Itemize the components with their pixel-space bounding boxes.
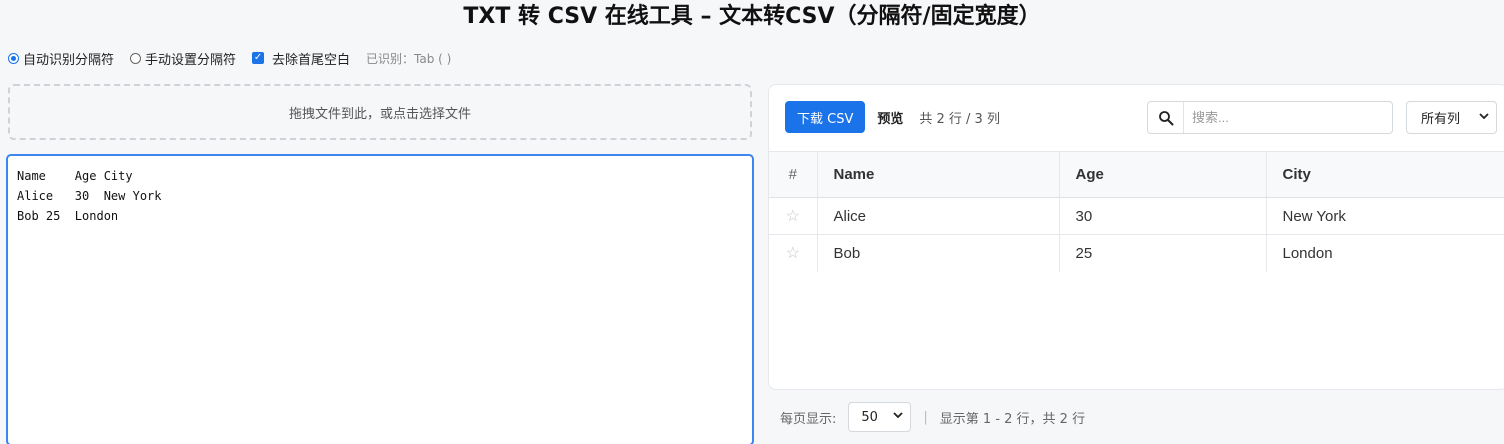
pagination-bar: 每页显示: 50 | 显示第 1 - 2 行，共 2 行: [780, 402, 1085, 432]
cell-age: 25: [1058, 234, 1266, 272]
cell-city: London: [1265, 234, 1504, 272]
header-city[interactable]: City: [1265, 151, 1504, 198]
cell-city: New York: [1265, 197, 1504, 235]
auto-detect-option[interactable]: 自动识别分隔符: [8, 49, 114, 68]
per-page-select[interactable]: 50: [848, 402, 912, 432]
download-csv-button[interactable]: 下载 CSV: [785, 101, 866, 133]
row-col-count: 共 2 行 / 3 列: [919, 111, 1000, 127]
file-dropzone[interactable]: 拖拽文件到此，或点击选择文件: [8, 84, 752, 140]
per-page-value: 50: [861, 409, 878, 425]
star-icon[interactable]: ☆: [769, 197, 817, 235]
pagination-summary: 显示第 1 - 2 行，共 2 行: [939, 411, 1086, 427]
text-input-area[interactable]: Name Age City Alice 30 New York Bob 25 L…: [6, 154, 754, 444]
options-bar: 自动识别分隔符 手动设置分隔符 ✓ 去除首尾空白 已识别：Tab ( ): [8, 49, 452, 68]
editor-line: Name Age City: [17, 169, 133, 183]
per-page-label: 每页显示:: [780, 411, 837, 427]
preview-panel: 下载 CSV 预览 共 2 行 / 3 列 所有列 # Name Age Cit…: [768, 84, 1504, 390]
editor-line: Alice 30 New York: [17, 189, 162, 203]
header-index: #: [769, 151, 817, 198]
chevron-down-icon: [1478, 110, 1490, 126]
auto-detect-label: 自动识别分隔符: [23, 52, 115, 68]
manual-delimiter-option[interactable]: 手动设置分隔符: [130, 49, 236, 68]
star-icon[interactable]: ☆: [769, 234, 817, 272]
preview-table-wrap: # Name Age City ☆ Alice 30 New York ☆ Bo…: [769, 151, 1504, 272]
detected-delimiter: 已识别：Tab ( ): [366, 51, 452, 66]
header-name[interactable]: Name: [816, 151, 1059, 198]
manual-delimiter-label: 手动设置分隔符: [145, 52, 237, 68]
preview-table: # Name Age City ☆ Alice 30 New York ☆ Bo…: [769, 151, 1504, 272]
trim-option[interactable]: ✓ 去除首尾空白: [252, 49, 350, 68]
cell-age: 30: [1058, 197, 1266, 235]
trim-checkbox[interactable]: ✓: [252, 52, 265, 64]
header-age[interactable]: Age: [1058, 151, 1266, 198]
dropzone-text: 拖拽文件到此，或点击选择文件: [288, 106, 471, 122]
manual-delimiter-radio[interactable]: [130, 52, 142, 64]
table-header-row: # Name Age City: [769, 151, 1504, 198]
editor-line: Bob 25 London: [17, 209, 119, 223]
cell-name: Bob: [816, 234, 1059, 272]
search-box[interactable]: [1147, 101, 1393, 134]
chevron-down-icon: [892, 409, 904, 425]
trim-label: 去除首尾空白: [272, 52, 351, 68]
page-title: TXT 转 CSV 在线工具 – 文本转CSV（分隔符/固定宽度）: [463, 4, 1041, 29]
preview-label: 预览: [877, 111, 904, 127]
preview-toolbar: 下载 CSV 预览 共 2 行 / 3 列: [785, 101, 1000, 133]
pagination-separator: |: [923, 409, 928, 425]
column-filter-select[interactable]: 所有列: [1406, 101, 1497, 134]
table-row: ☆ Bob 25 London: [769, 234, 1504, 272]
table-row: ☆ Alice 30 New York: [769, 197, 1504, 235]
cell-name: Alice: [816, 197, 1059, 235]
search-input[interactable]: [1184, 102, 1392, 133]
column-filter-value: 所有列: [1421, 112, 1461, 127]
auto-detect-radio[interactable]: [8, 52, 19, 64]
search-icon: [1148, 102, 1184, 133]
